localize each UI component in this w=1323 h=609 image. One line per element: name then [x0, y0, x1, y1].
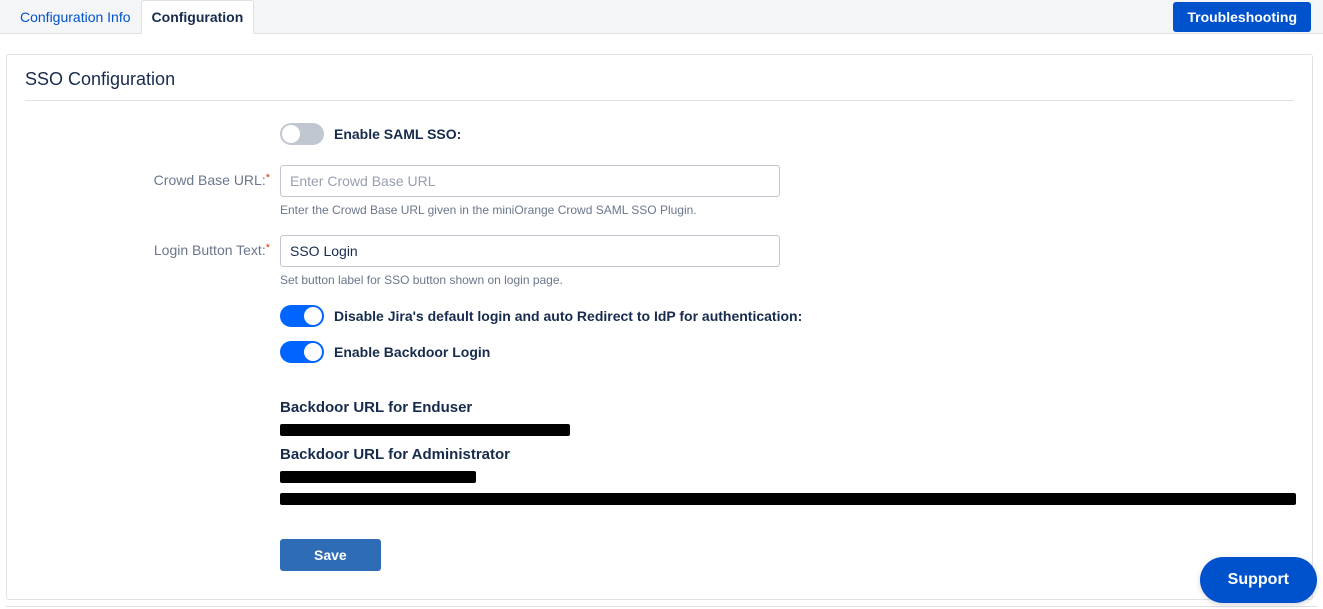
troubleshooting-button[interactable]: Troubleshooting	[1173, 2, 1311, 32]
backdoor-admin-url-redacted	[280, 471, 476, 483]
backdoor-admin-url-redacted-2	[280, 493, 1296, 505]
sso-config-panel: SSO Configuration Enable SAML SSO: Crowd…	[6, 54, 1313, 600]
crowd-base-url-row: Crowd Base URL:*	[25, 165, 1294, 197]
troubleshooting-button-label: Troubleshooting	[1187, 9, 1297, 25]
tab-configuration-info-label: Configuration Info	[20, 9, 131, 25]
panel-title: SSO Configuration	[25, 69, 1294, 101]
save-row: Save	[280, 539, 1294, 571]
disable-default-login-row: Disable Jira's default login and auto Re…	[280, 305, 1294, 327]
login-button-text-input[interactable]	[280, 235, 780, 267]
disable-default-login-toggle[interactable]	[280, 305, 324, 327]
required-asterisk: *	[266, 242, 270, 254]
login-button-text-hint: Set button label for SSO button shown on…	[280, 273, 1294, 287]
support-button[interactable]: Support	[1200, 557, 1317, 603]
enable-saml-label: Enable SAML SSO:	[334, 126, 461, 142]
backdoor-enduser-url-redacted	[280, 424, 570, 436]
login-button-text-label: Login Button Text:*	[25, 235, 280, 258]
backdoor-admin-heading: Backdoor URL for Administrator	[280, 446, 1294, 463]
enable-backdoor-row: Enable Backdoor Login	[280, 341, 1294, 363]
footer-divider	[6, 606, 1317, 607]
login-button-text-row: Login Button Text:*	[25, 235, 1294, 267]
backdoor-enduser-heading: Backdoor URL for Enduser	[280, 399, 1294, 416]
disable-default-login-label: Disable Jira's default login and auto Re…	[334, 308, 802, 324]
backdoor-urls-section: Backdoor URL for Enduser Backdoor URL fo…	[280, 399, 1294, 505]
tabs-bar: Configuration Info Configuration Trouble…	[0, 0, 1323, 34]
enable-saml-row: Enable SAML SSO:	[280, 123, 1294, 145]
tab-configuration-info[interactable]: Configuration Info	[10, 0, 141, 34]
tab-configuration-label: Configuration	[152, 9, 244, 25]
enable-backdoor-label: Enable Backdoor Login	[334, 344, 490, 360]
tab-configuration[interactable]: Configuration	[141, 0, 255, 34]
sso-config-form: Enable SAML SSO: Crowd Base URL:* Enter …	[25, 123, 1294, 571]
save-button-label: Save	[314, 547, 347, 563]
enable-saml-toggle[interactable]	[280, 123, 324, 145]
crowd-base-url-label: Crowd Base URL:*	[25, 165, 280, 188]
support-button-label: Support	[1228, 571, 1289, 588]
crowd-base-url-input[interactable]	[280, 165, 780, 197]
crowd-base-url-hint: Enter the Crowd Base URL given in the mi…	[280, 203, 1294, 217]
save-button[interactable]: Save	[280, 539, 381, 571]
required-asterisk: *	[266, 172, 270, 184]
enable-backdoor-toggle[interactable]	[280, 341, 324, 363]
